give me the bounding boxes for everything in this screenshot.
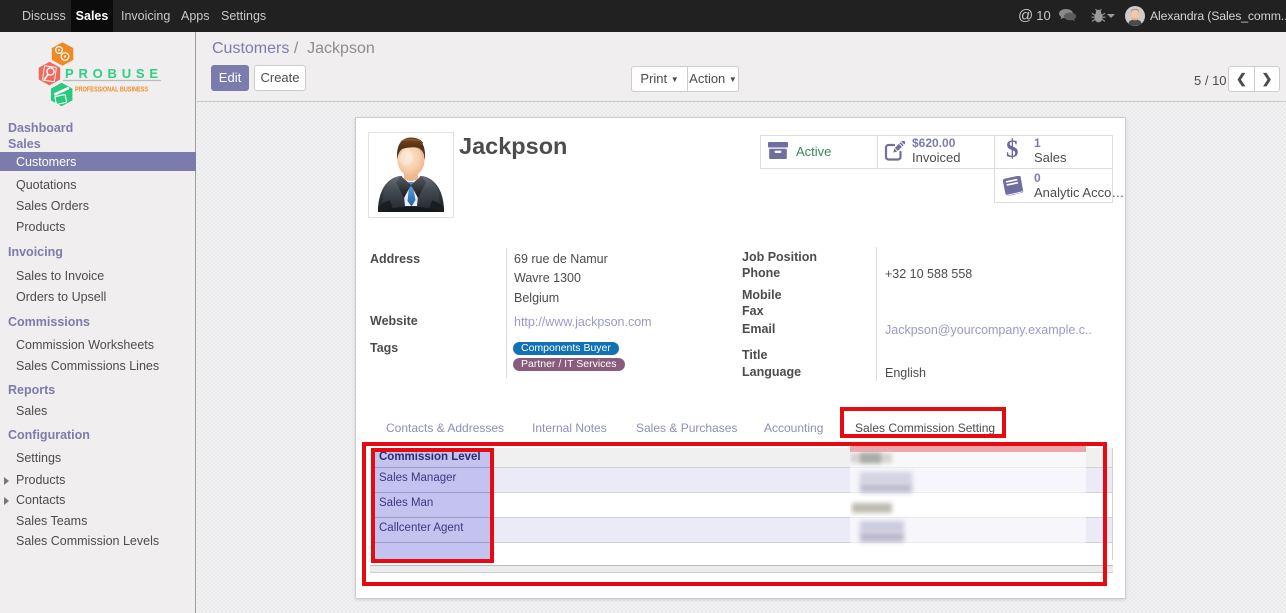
svg-text:PROBUSE: PROBUSE [65, 66, 158, 81]
svg-text:PROFESSIONAL BUSINESS: PROFESSIONAL BUSINESS [75, 85, 148, 94]
